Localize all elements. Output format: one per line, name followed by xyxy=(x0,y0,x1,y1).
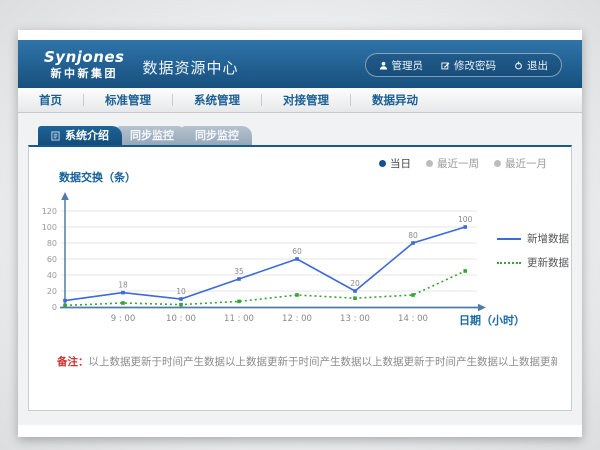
nav-item-interface-mgmt[interactable]: 对接管理 xyxy=(262,92,350,108)
legend-label: 新增数据 xyxy=(527,231,569,246)
y-tick-label: 80 xyxy=(47,239,57,248)
data-point-label: 80 xyxy=(408,231,418,240)
user-icon xyxy=(379,61,388,70)
data-point-label: 60 xyxy=(292,247,302,256)
x-tick-label: 13 : 00 xyxy=(340,314,370,324)
nav-item-standard-mgmt[interactable]: 标准管理 xyxy=(84,92,172,108)
user-menu-admin-label: 管理员 xyxy=(392,58,424,73)
tab-system-intro[interactable]: 系统介绍 xyxy=(38,126,122,145)
data-point xyxy=(179,303,183,307)
x-tick-label: 9 : 00 xyxy=(111,314,136,324)
data-point xyxy=(411,293,415,297)
data-point xyxy=(121,291,125,295)
tab-label: 同步监控 xyxy=(195,126,239,145)
footnote: 备注：以上数据更新于时间产生数据以上数据更新于时间产生数据以上数据更新于时间产生… xyxy=(57,355,557,369)
tab-label: 同步监控 xyxy=(130,126,174,145)
data-point xyxy=(121,301,125,305)
y-tick-label: 120 xyxy=(42,207,57,216)
main-nav: 首页 标准管理 系统管理 对接管理 数据异动 xyxy=(18,88,582,113)
x-tick-label: 10 : 00 xyxy=(166,314,196,324)
nav-item-data-change[interactable]: 数据异动 xyxy=(351,92,439,108)
data-point xyxy=(353,289,357,293)
y-axis-arrow-icon xyxy=(61,192,69,200)
chart-panel: 当日 最近一周 最近一月 数据交换（条） 0204060801001209 : … xyxy=(28,145,572,411)
tab-label: 系统介绍 xyxy=(65,126,109,145)
line-chart: 0 20 40 60 80 100 120 9 : 00 10 : 00 11 : 00 12 : … xyxy=(29,147,571,410)
nav-item-home[interactable]: 首页 xyxy=(18,92,83,108)
data-point xyxy=(463,269,467,273)
nav-item-system-mgmt[interactable]: 系统管理 xyxy=(173,92,261,108)
user-menu: 管理员 修改密码 退出 xyxy=(365,53,563,77)
brand-logo-text: Synjones xyxy=(44,50,125,65)
page-title: 数据资源中心 xyxy=(143,51,239,78)
y-tick-label: 40 xyxy=(47,271,57,280)
x-axis-arrow-icon xyxy=(478,304,486,312)
footnote-body: 以上数据更新于时间产生数据以上数据更新于时间产生数据以上数据更新于时间产生数据以… xyxy=(89,356,558,368)
app-header: Synjones 新中新集团 数据资源中心 管理员 修改密码 退出 xyxy=(18,40,582,88)
data-point xyxy=(237,277,241,281)
user-menu-logout[interactable]: 退出 xyxy=(505,58,557,73)
data-point xyxy=(63,304,67,308)
power-icon xyxy=(514,61,523,70)
brand-logo-subtext: 新中新集团 xyxy=(51,68,119,79)
app-window: Synjones 新中新集团 数据资源中心 管理员 修改密码 退出 xyxy=(18,30,582,437)
y-tick-label: 0 xyxy=(52,303,57,312)
data-point xyxy=(353,296,357,300)
y-tick-label: 60 xyxy=(47,255,57,264)
data-point xyxy=(179,297,183,301)
x-tick-label: 11 : 00 xyxy=(224,314,254,324)
tab-sync-monitor-2[interactable]: 同步监控 xyxy=(182,126,252,145)
data-point xyxy=(295,257,299,261)
data-point xyxy=(463,225,467,229)
user-menu-change-password[interactable]: 修改密码 xyxy=(432,58,505,73)
data-point-label: 20 xyxy=(350,279,360,288)
y-tick-label: 100 xyxy=(42,223,57,232)
desktop-background: Synjones 新中新集团 数据资源中心 管理员 修改密码 退出 xyxy=(0,0,600,450)
legend-item-new-data[interactable]: 新增数据 xyxy=(497,231,569,246)
brand-logo: Synjones 新中新集团 xyxy=(44,50,125,79)
data-point xyxy=(63,299,67,303)
x-tick-label: 14 : 00 xyxy=(398,314,428,324)
footnote-prefix: 备注： xyxy=(57,356,89,368)
x-axis-title: 日期（小时） xyxy=(459,313,525,327)
document-icon xyxy=(51,131,60,141)
y-tick-label: 20 xyxy=(47,287,57,296)
legend-line-sample xyxy=(497,238,521,240)
data-point xyxy=(411,241,415,245)
legend-label: 更新数据 xyxy=(527,255,569,270)
user-menu-change-password-label: 修改密码 xyxy=(454,58,496,73)
legend-item-updated-data[interactable]: 更新数据 xyxy=(497,255,569,270)
x-tick-label: 12 : 00 xyxy=(282,314,312,324)
data-point-label: 35 xyxy=(234,267,244,276)
data-point xyxy=(237,300,241,304)
user-menu-logout-label: 退出 xyxy=(527,58,548,73)
data-point-label: 18 xyxy=(118,281,128,290)
tab-bar: 系统介绍 同步监控 同步监控 xyxy=(38,126,252,145)
legend-line-sample xyxy=(497,262,521,264)
edit-icon xyxy=(441,61,450,70)
data-point xyxy=(295,293,299,297)
tab-sync-monitor-1[interactable]: 同步监控 xyxy=(117,126,187,145)
user-menu-admin[interactable]: 管理员 xyxy=(370,58,433,73)
series-legend: 新增数据 更新数据 xyxy=(497,231,569,270)
data-point-label: 100 xyxy=(458,215,473,224)
data-point-label: 10 xyxy=(176,287,186,296)
